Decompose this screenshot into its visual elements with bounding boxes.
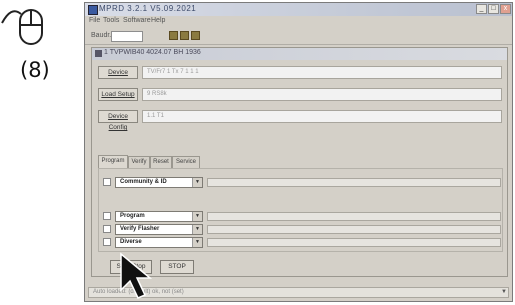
option-select[interactable]: Verify Flasher ▼: [115, 224, 203, 235]
title-bar: MPRD 3.2.1 V5.09.2021 _ □ x: [85, 3, 512, 16]
panel-icon: [95, 50, 102, 57]
menu-tools[interactable]: Tools: [103, 17, 119, 24]
option-label: Program: [120, 213, 145, 219]
save-icon[interactable]: [169, 31, 178, 40]
tab-verify[interactable]: Verify: [128, 156, 150, 168]
menu-bar: File Tools Software Help: [85, 16, 512, 28]
app-icon: [88, 5, 98, 15]
option-row: Community & ID ▼: [99, 177, 504, 188]
option-checkbox[interactable]: [103, 178, 111, 186]
option-label: Diverse: [120, 239, 142, 245]
progress-bar: [207, 238, 501, 247]
progress-bar: [207, 225, 501, 234]
step-number: (8): [20, 58, 50, 82]
menu-file[interactable]: File: [89, 17, 100, 24]
menu-help[interactable]: Help: [151, 17, 165, 24]
option-checkbox[interactable]: [103, 225, 111, 233]
option-checkbox[interactable]: [103, 212, 111, 220]
settings-icon[interactable]: [191, 31, 200, 40]
panel-title: 1 TVPWIB40 4024.07 BH 1936: [104, 49, 201, 56]
option-row: Program ▼: [99, 211, 504, 222]
progress-bar: [207, 212, 501, 221]
chevron-down-icon: ▼: [192, 212, 202, 221]
tab-program[interactable]: Program: [98, 155, 128, 168]
option-row: Diverse ▼: [99, 237, 504, 248]
option-checkbox[interactable]: [103, 238, 111, 246]
mouse-icon: [1, 9, 43, 45]
progress-bar: [207, 178, 501, 187]
load-setup-field[interactable]: 9 RS8k: [142, 88, 502, 101]
chevron-down-icon: ▼: [192, 238, 202, 247]
option-row: Verify Flasher ▼: [99, 224, 504, 235]
panel-header: 1 TVPWIB40 4024.07 BH 1936: [92, 48, 507, 60]
chevron-down-icon[interactable]: ▼: [501, 288, 507, 297]
option-select[interactable]: Program ▼: [115, 211, 203, 222]
option-select[interactable]: Diverse ▼: [115, 237, 203, 248]
baud-label: Baudr.: [91, 32, 112, 39]
device-config-button[interactable]: Device Config: [98, 110, 138, 131]
tab-service[interactable]: Service: [172, 156, 200, 168]
option-select[interactable]: Community & ID ▼: [115, 177, 203, 188]
mouse-illustration: (8): [0, 0, 80, 110]
tab-pane: Community & ID ▼ Program ▼ Verify Flasher ▼…: [98, 168, 503, 252]
stop-button[interactable]: STOP: [160, 260, 194, 274]
maximize-button[interactable]: □: [488, 4, 499, 14]
chevron-down-icon: ▼: [192, 225, 202, 234]
device-config-field[interactable]: 1.1 T1: [142, 110, 502, 123]
window-title: MPRD 3.2.1 V5.09.2021: [99, 4, 197, 13]
minimize-button[interactable]: _: [476, 4, 487, 14]
menu-software[interactable]: Software: [123, 17, 151, 24]
pointer-cursor-icon: [120, 252, 153, 299]
device-panel: 1 TVPWIB40 4024.07 BH 1936 Device TV/Fr7…: [91, 47, 508, 277]
option-label: Verify Flasher: [120, 226, 160, 232]
option-label: Community & ID: [120, 179, 167, 185]
load-setup-button[interactable]: Load Setup: [98, 88, 138, 101]
chevron-down-icon: ▼: [192, 178, 202, 187]
toolbar: Baudr.: [85, 28, 512, 45]
tab-reset[interactable]: Reset: [150, 156, 172, 168]
baud-input[interactable]: [111, 31, 143, 42]
open-icon[interactable]: [180, 31, 189, 40]
close-button[interactable]: x: [500, 4, 511, 14]
device-button[interactable]: Device: [98, 66, 138, 79]
device-field[interactable]: TV/Fr7 1 Tx 7 1 1 1: [142, 66, 502, 79]
